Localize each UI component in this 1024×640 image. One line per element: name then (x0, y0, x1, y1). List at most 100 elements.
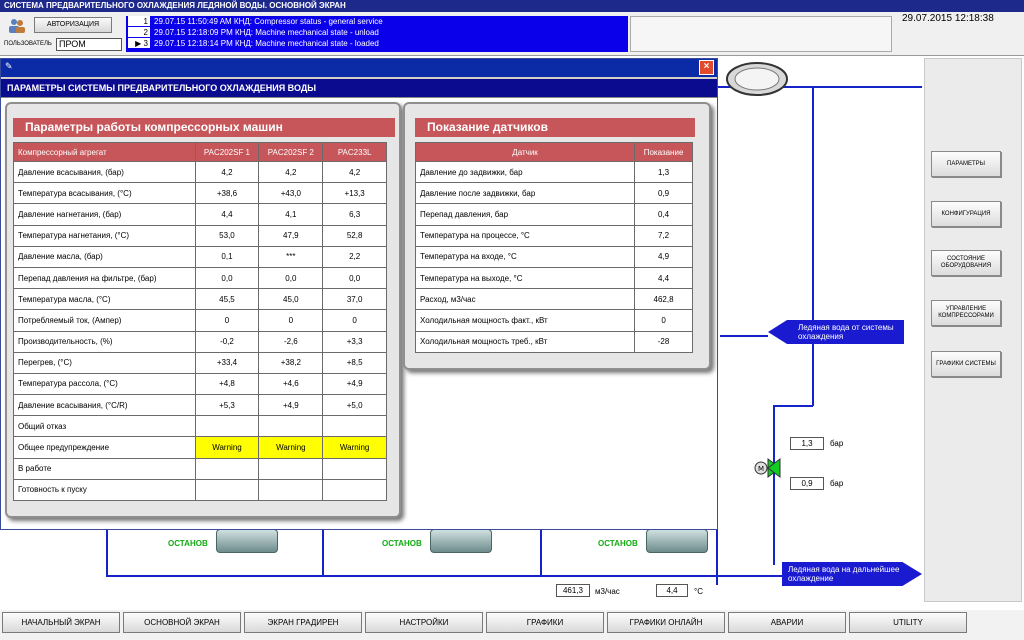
pressure-readout-1: 1,3 (790, 437, 824, 450)
nav-settings[interactable]: НАСТРОЙКИ (365, 612, 483, 633)
column-header: Датчик (414, 142, 636, 162)
table-row: Холодильная мощность треб., кВт -28 (414, 330, 693, 353)
pressure-readout-2: 0,9 (790, 477, 824, 490)
parameter-value: +5,3 (194, 394, 260, 417)
dialog-titlebar[interactable]: ✎ × (1, 59, 717, 77)
auth-button[interactable]: АВТОРИЗАЦИЯ (34, 17, 112, 33)
temp-readout: 4,4 (656, 584, 688, 597)
parameter-value: 2,2 (322, 245, 387, 268)
parameter-value: +43,0 (258, 182, 324, 205)
nav-home[interactable]: НАЧАЛЬНЫЙ ЭКРАН (2, 612, 120, 633)
table-row: Давление всасывания, (бар) 4,2 4,2 4,2 (13, 160, 387, 184)
parameter-value (194, 478, 260, 502)
column-header: PAC233L (322, 142, 387, 162)
column-header: PAC202SF 2 (258, 142, 324, 162)
parameter-value: 47,9 (258, 224, 324, 247)
parameter-value (322, 457, 387, 480)
user-label: ПОЛЬЗОВАТЕЛЬ (4, 41, 52, 47)
header-bar: АВТОРИЗАЦИЯ ПОЛЬЗОВАТЕЛЬ ПРОМ 1 29.07.15 … (0, 12, 1024, 56)
parameter-value: 0 (258, 309, 324, 332)
sensor-label: Давление до задвижки, бар (414, 160, 636, 184)
parameters-dialog: ✎ × ПАРАМЕТРЫ СИСТЕМЫ ПРЕДВАРИТЕЛЬНОГО О… (0, 58, 718, 530)
compressor-2[interactable]: ОСТАНОВ (378, 527, 494, 557)
table-row: Перегрев, (°C) +33,4 +38,2 +8,5 (13, 351, 387, 374)
parameter-value: 0 (194, 309, 260, 332)
nav-main[interactable]: ОСНОВНОЙ ЭКРАН (123, 612, 241, 633)
parameter-value: 6,3 (322, 203, 387, 226)
sidebar-system-charts-button[interactable]: ГРАФИКИ СИСТЕМЫ (931, 351, 1001, 377)
parameter-value: +4,8 (194, 372, 260, 396)
parameter-value: 4,1 (258, 203, 324, 226)
parameter-value: Warning (194, 436, 260, 459)
pipe (720, 335, 768, 337)
compressor-state: ОСТАНОВ (382, 539, 422, 548)
user-field[interactable]: ПРОМ (56, 38, 122, 51)
valve-icon[interactable]: M (752, 456, 786, 480)
temp-unit: °C (694, 587, 703, 596)
column-header: Компрессорный агрегат (13, 142, 196, 162)
parameter-value: 45,5 (194, 288, 260, 311)
sensor-label: Перепад давления, бар (414, 203, 636, 226)
datetime: 29.07.2015 12:18:38 (902, 13, 994, 24)
alarm-row[interactable]: ▶ 3 29.07.15 12:18:14 PM КНД: Machine mec… (126, 38, 628, 49)
bottom-nav: НАЧАЛЬНЫЙ ЭКРАН ОСНОВНОЙ ЭКРАН ЭКРАН ГРА… (0, 610, 1024, 640)
ice-water-out-label: Ледяная вода на дальнейшее охлаждение (782, 562, 922, 586)
sensor-value: 7,2 (634, 224, 693, 247)
sidebar: ПАРАМЕТРЫ КОНФИГУРАЦИЯ СОСТОЯНИЕ ОБОРУДО… (924, 58, 1022, 602)
sensor-label: Температура на входе, °C (414, 245, 636, 268)
parameter-label: Общее предупреждение (13, 436, 196, 459)
table-row: Давление всасывания, (°C/R) +5,3 +4,9 +5,0 (13, 394, 387, 417)
ice-water-in-label: Ледяная вода от системы охлаждения (768, 320, 904, 344)
table-row: Расход, м3/час 462,8 (414, 288, 693, 311)
parameter-value: 0,0 (194, 266, 260, 290)
parameter-value: 52,8 (322, 224, 387, 247)
compressor-icon (216, 529, 278, 553)
dialog-body: Параметры работы компрессорных машин Ком… (1, 97, 717, 529)
alarm-row[interactable]: 2 29.07.15 12:18:09 PM КНД: Machine mecha… (126, 27, 628, 38)
parameter-value: 4,2 (258, 160, 324, 184)
flow-unit: м3/час (595, 587, 620, 596)
nav-cooling-towers[interactable]: ЭКРАН ГРАДИРЕН (244, 612, 362, 633)
pipe (322, 530, 324, 576)
parameter-label: Готовность к пуску (13, 478, 196, 502)
svg-text:M: M (758, 465, 764, 473)
sensor-value: 0,4 (634, 203, 693, 226)
pipe (812, 86, 814, 406)
table-row: Перепад давления на фильтре, (бар) 0,0 0,0… (13, 266, 387, 290)
parameter-value: +4,9 (258, 394, 324, 417)
window-title: СИСТЕМА ПРЕДВАРИТЕЛЬНОГО ОХЛАЖДЕНИЯ ЛЕДЯ… (0, 0, 1024, 12)
parameter-value: -0,2 (194, 330, 260, 353)
sensor-label: Холодильная мощность факт., кВт (414, 309, 636, 332)
sidebar-equipment-state-button[interactable]: СОСТОЯНИЕ ОБОРУДОВАНИЯ (931, 250, 1001, 276)
nav-alarms[interactable]: АВАРИИ (728, 612, 846, 633)
alarm-row[interactable]: 1 29.07.15 11:50:49 AM КНД: Compressor st… (126, 16, 628, 27)
sidebar-config-button[interactable]: КОНФИГУРАЦИЯ (931, 201, 1001, 227)
parameter-value: +3,3 (322, 330, 387, 353)
sidebar-compressor-control-button[interactable]: УПРАВЛЕНИЕ КОМПРЕССОРАМИ (931, 300, 1001, 326)
parameter-value (194, 457, 260, 480)
table-row: Холодильная мощность факт., кВт 0 (414, 309, 693, 332)
parameter-label: Температура всасывания, (°C) (13, 182, 196, 205)
compressor-1[interactable]: ОСТАНОВ (164, 527, 280, 557)
sensor-value: 462,8 (634, 288, 693, 311)
parameter-value: Warning (258, 436, 324, 459)
parameter-label: Перегрев, (°C) (13, 351, 196, 374)
nav-charts-online[interactable]: ГРАФИКИ ОНЛАЙН (607, 612, 725, 633)
sensor-value: 4,4 (634, 266, 693, 290)
compressor-state: ОСТАНОВ (168, 539, 208, 548)
parameter-label: Потребляемый ток, (Ампер) (13, 309, 196, 332)
parameter-label: Давление всасывания, (бар) (13, 160, 196, 184)
compressor-3[interactable]: ОСТАНОВ (594, 527, 710, 557)
pen-icon: ✎ (5, 61, 13, 71)
nav-utility[interactable]: UTILITY (849, 612, 967, 633)
parameter-value: Warning (322, 436, 387, 459)
close-icon[interactable]: × (699, 60, 714, 75)
nav-charts[interactable]: ГРАФИКИ (486, 612, 604, 633)
alarm-list[interactable]: 1 29.07.15 11:50:49 AM КНД: Compressor st… (126, 16, 628, 52)
sensors-panel: Показание датчиков Датчик Показание Давл… (403, 102, 711, 370)
parameter-value: +4,6 (258, 372, 324, 396)
sensor-value: 0 (634, 309, 693, 332)
parameter-value: 0,1 (194, 245, 260, 268)
sidebar-params-button[interactable]: ПАРАМЕТРЫ (931, 151, 1001, 177)
parameter-value: 45,0 (258, 288, 324, 311)
